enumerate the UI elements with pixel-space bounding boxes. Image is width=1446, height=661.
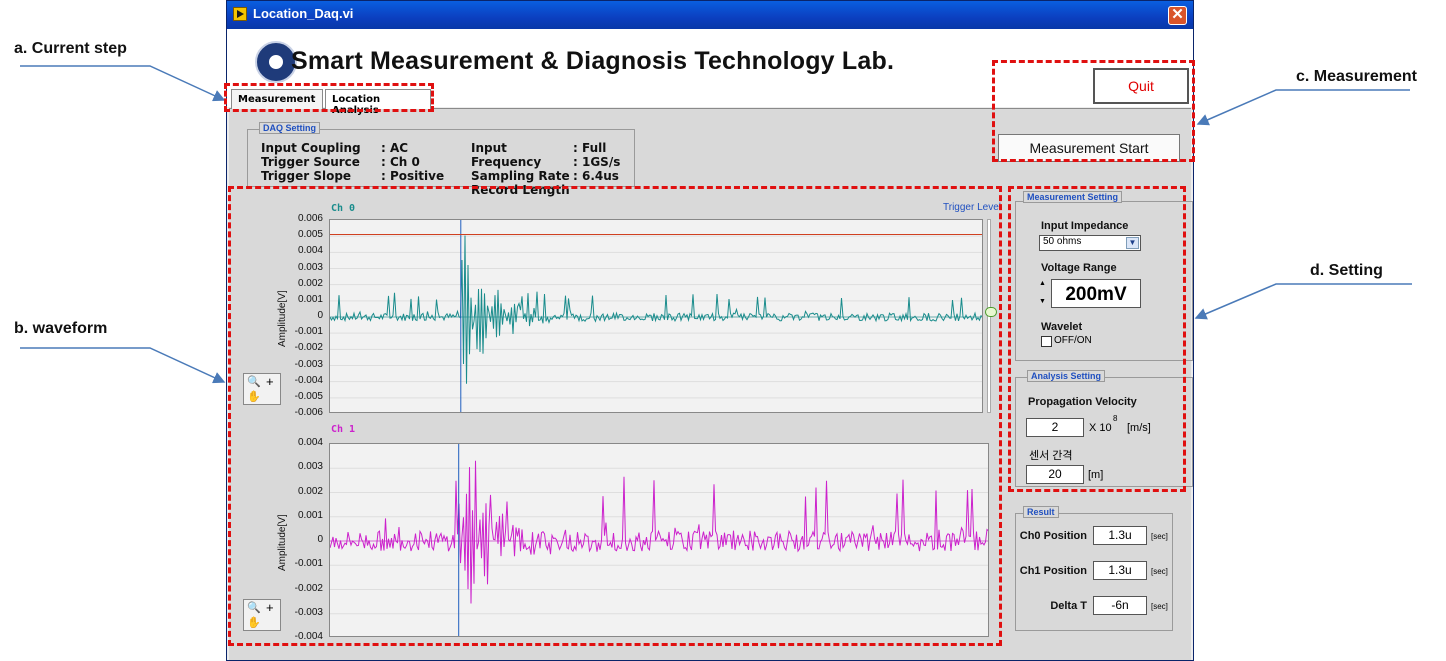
lab-title: Smart Measurement & Diagnosis Technology… <box>291 47 895 75</box>
daq-label: Trigger Slope <box>261 169 352 183</box>
daq-label: Sampling Rate <box>471 169 570 183</box>
arrow-measurement <box>1196 89 1410 126</box>
daq-value: : Ch 0 <box>381 155 420 169</box>
ch1-position-label: Ch1 Position <box>1019 565 1087 577</box>
daq-labels-left: Input Coupling Trigger Source Trigger Sl… <box>261 141 381 183</box>
labview-icon <box>233 7 247 21</box>
daq-value: : 1GS/s <box>573 155 621 169</box>
ch0-position-value: 1.3u <box>1093 526 1147 545</box>
daq-value: : Full <box>573 141 607 155</box>
daq-setting-title: DAQ Setting <box>259 122 320 134</box>
daq-label: Input Frequency <box>471 141 542 169</box>
daq-label: Input Coupling <box>261 141 361 155</box>
highlight-waveform <box>228 186 1002 646</box>
delta-t-label: Delta T <box>1050 600 1087 612</box>
title-bar: Location_Daq.vi ✕ <box>227 1 1193 29</box>
arrow-waveform <box>20 347 226 384</box>
delta-t-unit: [sec] <box>1151 602 1168 611</box>
daq-values-right: : Full : 1GS/s : 6.4us <box>573 141 633 183</box>
result-title: Result <box>1023 506 1059 518</box>
highlight-measurement <box>992 60 1195 162</box>
ch1-position-value: 1.3u <box>1093 561 1147 580</box>
highlight-setting <box>1008 186 1186 492</box>
window-title: Location_Daq.vi <box>253 6 354 21</box>
daq-label: Trigger Source <box>261 155 360 169</box>
arrow-setting <box>1194 283 1412 320</box>
delta-t-value: -6n <box>1093 596 1147 615</box>
daq-value: : Positive <box>381 169 445 183</box>
ch1-position-unit: [sec] <box>1151 567 1168 576</box>
ch0-position-unit: [sec] <box>1151 532 1168 541</box>
daq-values-left: : AC : Ch 0 : Positive <box>381 141 471 183</box>
arrow-current-step <box>20 65 226 102</box>
close-button[interactable]: ✕ <box>1168 6 1187 25</box>
logo-emblem <box>267 53 285 71</box>
highlight-current-step <box>224 83 434 112</box>
ch0-position-label: Ch0 Position <box>1019 530 1087 542</box>
daq-value: : 6.4us <box>573 169 619 183</box>
daq-value: : AC <box>381 141 409 155</box>
